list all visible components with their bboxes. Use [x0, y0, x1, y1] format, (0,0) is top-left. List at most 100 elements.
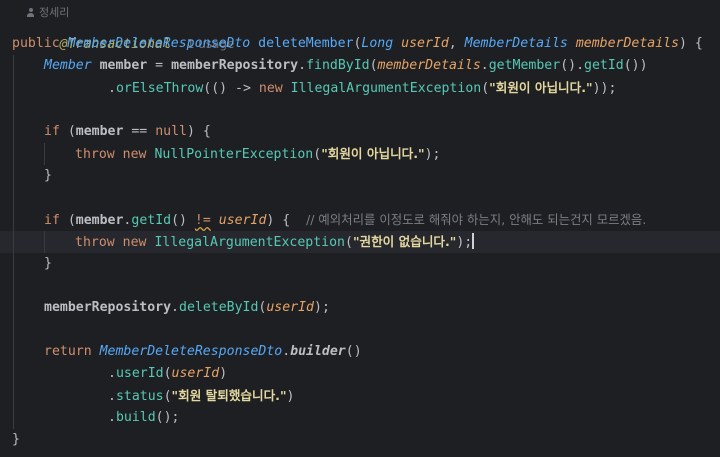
- indent-guide: [13, 121, 14, 143]
- code-line-8[interactable]: }: [0, 165, 720, 187]
- code-line-17[interactable]: .userId(userId): [0, 363, 720, 385]
- closing-brace: }: [12, 432, 20, 447]
- string-literal: "회원 탈퇴했습니다.": [171, 388, 287, 403]
- method-call: getMember: [488, 58, 561, 73]
- code-line-18[interactable]: .status("회원 탈퇴했습니다."): [0, 385, 720, 407]
- keyword-new: new: [258, 81, 283, 96]
- param-name: memberDetails: [575, 36, 680, 51]
- param-ref: userId: [171, 366, 220, 381]
- code-line-12[interactable]: }: [0, 253, 720, 275]
- code-line-13[interactable]: [0, 275, 720, 297]
- exception-class: IllegalArgumentException: [290, 81, 482, 96]
- code-line-20[interactable]: }: [0, 429, 720, 451]
- paren: );: [314, 300, 330, 315]
- method-name: deleteMember: [258, 36, 354, 51]
- variable: member: [75, 213, 124, 228]
- method-call: build: [115, 410, 156, 425]
- paren: ));: [592, 81, 617, 96]
- keyword-throw: throw: [75, 147, 115, 162]
- indent-guide: [13, 341, 14, 363]
- keyword-throw: throw: [75, 235, 115, 250]
- keyword-return: return: [44, 344, 92, 359]
- indent-guide: [13, 363, 14, 385]
- param-type: MemberDetails: [464, 36, 568, 51]
- param-name: userId: [401, 36, 449, 51]
- type-name: Member: [44, 58, 92, 73]
- code-line-16[interactable]: return MemberDeleteResponseDto.builder(): [0, 341, 720, 363]
- code-line-1[interactable]: @Transactional 1 usage: [0, 11, 720, 52]
- indent-guide: [13, 231, 14, 253]
- paren: (: [163, 366, 172, 381]
- paren: (: [481, 81, 490, 96]
- paren: (): [345, 344, 362, 359]
- method-call: orElseThrow: [115, 81, 204, 96]
- dot: .: [108, 81, 116, 96]
- method-call: getId: [584, 58, 624, 73]
- closing-brace: }: [44, 168, 52, 183]
- indent-guide: [13, 165, 14, 187]
- dot: .: [108, 366, 116, 381]
- paren: (: [313, 147, 322, 162]
- dot: .: [108, 410, 116, 425]
- param-ref: memberDetails: [377, 58, 481, 73]
- method-call: findById: [306, 58, 370, 73]
- code-line-7[interactable]: throw new NullPointerException("회원이 아닙니다…: [0, 143, 720, 165]
- paren: (: [59, 124, 76, 139]
- param-ref: userId: [218, 213, 267, 228]
- paren: ()): [623, 58, 648, 73]
- paren: );: [456, 235, 473, 250]
- code-line-10[interactable]: if (member.getId() != userId) { // 예외처리를…: [0, 209, 720, 231]
- code-line-4[interactable]: .orElseThrow(() -> new IllegalArgumentEx…: [0, 77, 720, 99]
- operator: ==: [123, 124, 156, 139]
- code-editor[interactable]: 정세리 @Transactional 1 usage public Member…: [0, 0, 720, 457]
- code-line-19[interactable]: .build();: [0, 407, 720, 429]
- keyword-null: null: [155, 124, 187, 139]
- paren: ) {: [679, 36, 703, 51]
- indent-guide: [13, 99, 14, 121]
- static-method-call: builder: [290, 344, 346, 359]
- comma: ,: [448, 36, 465, 51]
- warning-operator[interactable]: !=: [195, 213, 211, 228]
- code-line-2[interactable]: public MemberDeleteResponseDto deleteMem…: [0, 33, 720, 55]
- string-literal: "권한이 없습니다.": [352, 234, 457, 249]
- method-call: deleteById: [179, 300, 259, 315]
- indent-guide: [13, 385, 14, 407]
- paren: );: [424, 147, 441, 162]
- method-call: userId: [115, 366, 164, 381]
- code-line-11-current[interactable]: throw new IllegalArgumentException("권한이 …: [0, 231, 720, 253]
- indent-guide: [13, 253, 14, 275]
- paren: ();: [155, 410, 180, 425]
- indent-guide: [44, 231, 45, 253]
- author-inlay-hint[interactable]: 정세리: [12, 0, 69, 19]
- indent-guide: [13, 187, 14, 209]
- code-line-6[interactable]: if (member == null) {: [0, 121, 720, 143]
- indent-guide: [13, 319, 14, 341]
- code-line-14[interactable]: memberRepository.deleteById(userId);: [0, 297, 720, 319]
- operator: =: [147, 58, 172, 73]
- paren: (): [171, 213, 195, 228]
- param-ref: userId: [266, 300, 314, 315]
- code-line-3[interactable]: Member member = memberRepository.findByI…: [0, 55, 720, 77]
- code-line-5[interactable]: [0, 99, 720, 121]
- method-call: status: [115, 389, 164, 404]
- paren: ) {: [186, 124, 211, 139]
- dot: .: [108, 389, 116, 404]
- indent-guide: [13, 209, 14, 231]
- dot: .: [282, 344, 291, 359]
- code-line-15[interactable]: [0, 319, 720, 341]
- indent-guide: [13, 275, 14, 297]
- field-ref: memberRepository: [44, 300, 172, 315]
- code-comment: // 예외처리를 이정도로 해줘야 하는지, 안해도 되는건지 모르겠음.: [306, 212, 647, 227]
- keyword-new: new: [122, 235, 147, 250]
- variable: member: [75, 124, 124, 139]
- keyword-new: new: [122, 147, 147, 162]
- paren: (: [345, 235, 353, 250]
- code-line-9[interactable]: [0, 187, 720, 209]
- dot: .: [171, 300, 179, 315]
- keyword-public: public: [12, 36, 60, 51]
- keyword-if: if: [44, 213, 60, 228]
- paren: ): [286, 389, 295, 404]
- paren: (: [59, 213, 76, 228]
- keyword-if: if: [44, 124, 60, 139]
- paren: (: [369, 58, 378, 73]
